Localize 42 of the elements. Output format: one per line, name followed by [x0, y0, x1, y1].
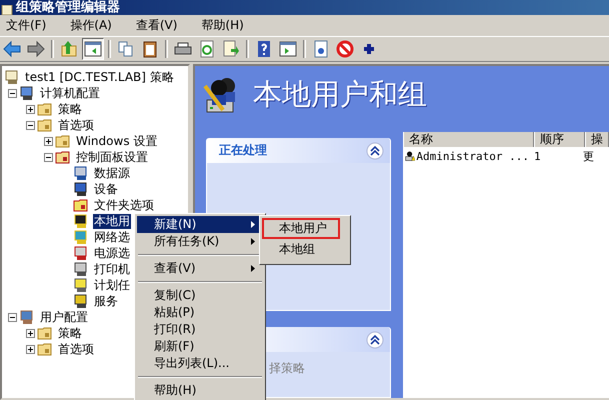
tree-item[interactable]: 首选项: [57, 118, 95, 132]
tree-item[interactable]: 用户配置: [39, 310, 89, 324]
context-menu-item[interactable]: 打印(R): [137, 321, 263, 338]
task-card-title: 正在处理: [219, 142, 267, 159]
menu-item[interactable]: 查看(V): [134, 17, 178, 34]
tree-item[interactable]: 设备: [93, 182, 119, 196]
tree-item[interactable]: test1 [DC.TEST.LAB] 策略: [24, 70, 175, 84]
tree-item[interactable]: 本地用: [93, 214, 131, 228]
tree-item[interactable]: 策略: [57, 326, 83, 340]
table-cell: Administrator ...: [416, 150, 529, 162]
context-menu-item[interactable]: 查看(V): [137, 260, 263, 277]
menu-item[interactable]: 帮助(H): [200, 17, 245, 34]
page-title: 本地用户和组: [253, 76, 427, 113]
submenu-item[interactable]: 本地组: [262, 239, 348, 260]
context-menu-item[interactable]: 粘贴(P): [137, 304, 263, 321]
window-title: 组策略管理编辑器: [16, 0, 120, 15]
tree-item[interactable]: 计划任: [93, 278, 131, 292]
tree-item[interactable]: 控制面板设置: [75, 150, 149, 164]
context-menu-item[interactable]: 复制(C): [137, 287, 263, 304]
context-menu-item[interactable]: 导出列表(L)...: [137, 355, 263, 372]
tree-item[interactable]: 策略: [57, 102, 83, 116]
submenu-item[interactable]: 本地用户: [262, 218, 340, 239]
tree-item[interactable]: Windows 设置: [75, 134, 158, 148]
column-header[interactable]: 顺序: [534, 132, 585, 147]
tree-item[interactable]: 首选项: [57, 342, 95, 356]
tree-item[interactable]: 电源选: [93, 246, 131, 260]
column-header[interactable]: 操: [585, 132, 609, 147]
tree-item[interactable]: 数据源: [93, 166, 131, 180]
column-header[interactable]: 名称: [403, 132, 534, 147]
tree-item[interactable]: 打印机: [93, 262, 131, 276]
tree-item[interactable]: 网络选: [93, 230, 131, 244]
table-cell-text: 更: [582, 148, 595, 164]
menu-item[interactable]: 文件(F): [5, 17, 48, 34]
menu-item[interactable]: 操作(A): [69, 17, 113, 34]
tree-item[interactable]: 文件夹选项: [93, 198, 155, 212]
table-cell-text: 1: [533, 150, 542, 162]
context-menu-item[interactable]: 刷新(F): [137, 338, 263, 355]
context-menu-item[interactable]: 所有任务(K): [137, 233, 263, 250]
tree-item[interactable]: 服务: [93, 294, 119, 308]
tree-item[interactable]: 计算机配置: [39, 86, 101, 100]
task-text: 择策略: [269, 361, 305, 375]
context-menu-item[interactable]: 帮助(H): [137, 382, 263, 399]
